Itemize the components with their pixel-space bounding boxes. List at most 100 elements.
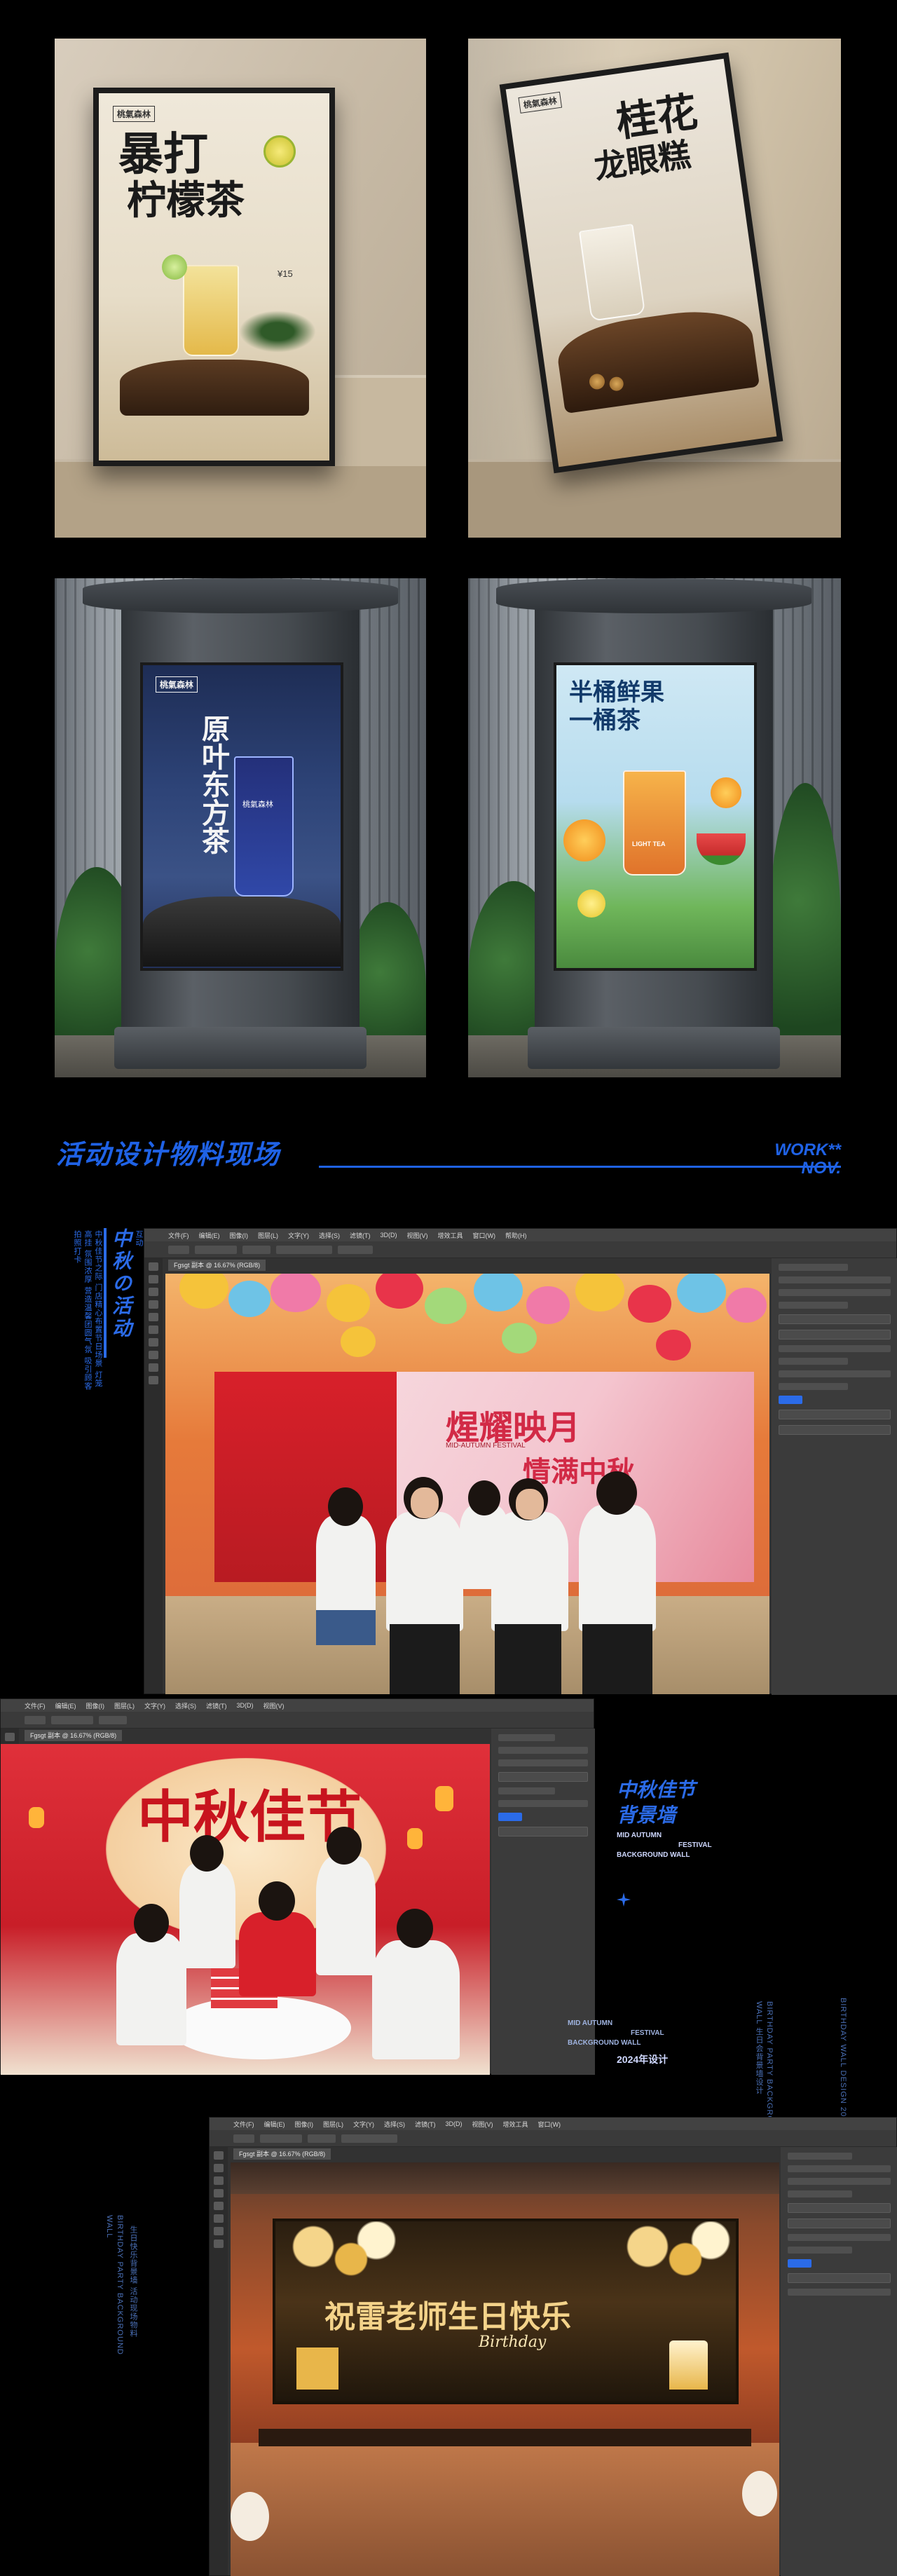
crop-tool-icon[interactable]	[149, 1300, 158, 1309]
type-tool-icon[interactable]	[149, 1351, 158, 1359]
kiosk-cap	[83, 578, 398, 613]
lasso-tool-icon[interactable]	[214, 2176, 224, 2185]
panel-button[interactable]	[779, 1314, 891, 1324]
option-control[interactable]	[51, 1715, 93, 1724]
menu-image[interactable]: 图像(I)	[230, 1231, 249, 1240]
section-divider	[319, 1166, 841, 1168]
document-tab[interactable]: Fgsgt 副本 @ 16.67% (RGB/8)	[233, 2148, 331, 2160]
banner-eng-text: MID-AUTUMN FESTIVAL	[446, 1442, 526, 1450]
menu-help[interactable]: 帮助(H)	[505, 1231, 527, 1240]
menu-edit[interactable]: 编辑(E)	[199, 1231, 220, 1240]
panel-toggle[interactable]	[788, 2259, 812, 2268]
option-control[interactable]	[338, 1245, 373, 1254]
panel-button[interactable]	[788, 2273, 891, 2283]
panel-button[interactable]	[779, 1330, 891, 1340]
eraser-tool-icon[interactable]	[149, 1338, 158, 1347]
menu-view[interactable]: 视图(V)	[407, 1231, 428, 1240]
menu-plugins[interactable]: 增效工具	[438, 1231, 463, 1240]
person-skirt	[495, 1624, 561, 1694]
menu-view[interactable]: 视图(V)	[263, 1701, 285, 1710]
person	[372, 1940, 460, 2059]
hand-tool-icon[interactable]	[149, 1363, 158, 1372]
panel-toggle[interactable]	[498, 1813, 522, 1821]
cake	[669, 2340, 708, 2390]
menu-select[interactable]: 选择(S)	[319, 1231, 340, 1240]
menu-file[interactable]: 文件(F)	[233, 2120, 254, 2129]
poster-title-line2: 柠檬茶	[127, 177, 245, 224]
menu-3d[interactable]: 3D(D)	[446, 2120, 463, 2127]
hand-tool-icon[interactable]	[214, 2227, 224, 2235]
menu-filter[interactable]: 滤镜(T)	[206, 1701, 227, 1710]
menu-edit[interactable]: 编辑(E)	[55, 1701, 76, 1710]
menu-plugins[interactable]: 增效工具	[503, 2120, 528, 2129]
crop-tool-icon[interactable]	[214, 2189, 224, 2197]
menu-3d[interactable]: 3D(D)	[381, 1232, 397, 1239]
zoom-tool-icon[interactable]	[149, 1376, 158, 1384]
menu-select[interactable]: 选择(S)	[175, 1701, 196, 1710]
menu-3d[interactable]: 3D(D)	[237, 1702, 254, 1709]
panel-button[interactable]	[788, 2203, 891, 2213]
menu-layer[interactable]: 图层(L)	[258, 1231, 278, 1240]
menu-type[interactable]: 文字(Y)	[288, 1231, 309, 1240]
menu-file[interactable]: 文件(F)	[25, 1701, 46, 1710]
option-control[interactable]	[341, 2134, 397, 2143]
brush-tool-icon[interactable]	[149, 1326, 158, 1334]
lime	[162, 254, 187, 280]
option-control[interactable]	[99, 1715, 127, 1724]
lasso-tool-icon[interactable]	[149, 1288, 158, 1296]
menu-window[interactable]: 窗口(W)	[473, 1231, 496, 1240]
menu-edit[interactable]: 编辑(E)	[264, 2120, 285, 2129]
ps-options-bar	[144, 1241, 896, 1258]
option-control[interactable]	[276, 1245, 332, 1254]
panel-toggle[interactable]	[779, 1396, 802, 1404]
menu-image[interactable]: 图像(I)	[86, 1701, 105, 1710]
option-control[interactable]	[308, 2134, 336, 2143]
menu-file[interactable]: 文件(F)	[168, 1231, 189, 1240]
poster-title-line2: 龙眼糕	[591, 135, 693, 186]
menu-layer[interactable]: 图层(L)	[323, 2120, 343, 2129]
option-control[interactable]	[195, 1245, 237, 1254]
bg-wall-eng-2: FESTIVAL	[631, 2029, 664, 2037]
panel-button[interactable]	[788, 2219, 891, 2228]
marquee-tool-icon[interactable]	[149, 1275, 158, 1283]
menu-image[interactable]: 图像(I)	[295, 2120, 314, 2129]
poster-brand: 桃氣森林	[518, 91, 563, 114]
lantern	[502, 1323, 537, 1354]
birthday-title: 祝雷老师生日快乐	[324, 2299, 571, 2335]
option-control[interactable]	[233, 2134, 254, 2143]
move-tool-icon[interactable]	[5, 1733, 15, 1741]
document-tab[interactable]: Fgsgt 副本 @ 16.67% (RGB/8)	[25, 1730, 123, 1741]
type-tool-icon[interactable]	[214, 2214, 224, 2223]
brush-tool-icon[interactable]	[214, 2202, 224, 2210]
ceiling	[231, 2162, 779, 2194]
option-control[interactable]	[260, 2134, 302, 2143]
marquee-tool-icon[interactable]	[214, 2164, 224, 2172]
person	[386, 1512, 463, 1631]
lemon-slice	[263, 135, 296, 168]
option-control[interactable]	[242, 1245, 271, 1254]
menu-view[interactable]: 视图(V)	[472, 2120, 493, 2129]
eyedropper-tool-icon[interactable]	[149, 1313, 158, 1321]
move-tool-icon[interactable]	[149, 1262, 158, 1271]
ps-toolbar	[144, 1258, 163, 1694]
panel-button[interactable]	[779, 1410, 891, 1419]
document-tab[interactable]: Fgsgt 副本 @ 16.67% (RGB/8)	[168, 1260, 266, 1271]
move-tool-icon[interactable]	[214, 2151, 224, 2160]
panel-button[interactable]	[498, 1827, 588, 1836]
ps-options-bar	[1, 1712, 594, 1729]
option-control[interactable]	[168, 1245, 189, 1254]
panel-button[interactable]	[779, 1425, 891, 1435]
panel-button[interactable]	[498, 1772, 588, 1782]
canvas-lantern-gallery: 煋耀映月 情满中秋 MID-AUTUMN FESTIVAL	[165, 1274, 769, 1694]
menu-select[interactable]: 选择(S)	[384, 2120, 405, 2129]
zoom-tool-icon[interactable]	[214, 2240, 224, 2248]
menu-filter[interactable]: 滤镜(T)	[350, 1231, 371, 1240]
menu-window[interactable]: 窗口(W)	[538, 2120, 561, 2129]
poster-title-line2: 一桶茶	[569, 707, 641, 735]
menu-filter[interactable]: 滤镜(T)	[415, 2120, 436, 2129]
stage-platform	[259, 2429, 751, 2446]
menu-type[interactable]: 文字(Y)	[353, 2120, 374, 2129]
menu-type[interactable]: 文字(Y)	[144, 1701, 165, 1710]
menu-layer[interactable]: 图层(L)	[114, 1701, 135, 1710]
option-control[interactable]	[25, 1715, 46, 1724]
